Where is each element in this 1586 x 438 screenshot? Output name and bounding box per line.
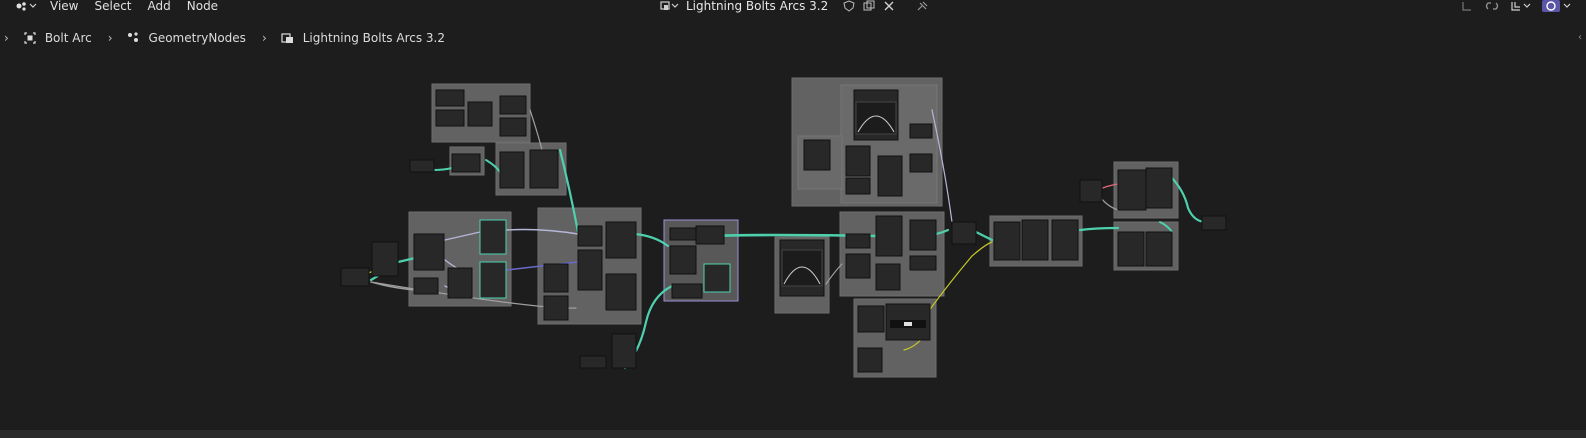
breadcrumb-object: Bolt Arc: [23, 31, 92, 45]
node[interactable]: [845, 145, 871, 177]
menu-add[interactable]: Add: [148, 0, 171, 12]
node[interactable]: [1145, 167, 1173, 209]
node[interactable]: [577, 249, 603, 291]
node[interactable]: [499, 151, 525, 189]
bottom-scrollbar[interactable]: [0, 430, 1586, 438]
node[interactable]: [669, 245, 697, 275]
node[interactable]: [909, 255, 937, 271]
node[interactable]: [577, 225, 603, 247]
node[interactable]: [695, 225, 725, 245]
node[interactable]: [1051, 219, 1079, 261]
node[interactable]: [467, 101, 493, 127]
node[interactable]: [611, 333, 637, 369]
node[interactable]: [875, 215, 903, 257]
node-canvas[interactable]: [0, 50, 1586, 430]
color-ramp-handle[interactable]: [904, 322, 912, 326]
node-tree-name[interactable]: Lightning Bolts Arcs 3.2: [686, 0, 828, 12]
node[interactable]: [951, 221, 977, 245]
duplicate-icon[interactable]: [862, 0, 876, 12]
node[interactable]: [543, 295, 569, 321]
node[interactable]: [479, 261, 507, 299]
node-editor-type-icon[interactable]: [14, 0, 38, 12]
header-right-tools: [1460, 0, 1574, 12]
header-menu: View Select Add Node: [50, 0, 218, 12]
node[interactable]: [909, 153, 933, 173]
breadcrumb-object-label: Bolt Arc: [44, 31, 92, 45]
node[interactable]: [435, 89, 465, 107]
node[interactable]: [857, 347, 883, 373]
node[interactable]: [1021, 219, 1049, 261]
node[interactable]: [909, 123, 933, 139]
node[interactable]: [909, 219, 937, 251]
node[interactable]: [499, 95, 527, 115]
breadcrumb-arrow-icon: ›: [107, 31, 113, 45]
node[interactable]: [671, 283, 703, 299]
node[interactable]: [435, 109, 465, 127]
node[interactable]: [845, 177, 871, 195]
node[interactable]: [371, 241, 399, 277]
node[interactable]: [803, 139, 831, 171]
breadcrumb: › Bolt Arc › GeometryNodes › Lightning B…: [0, 28, 461, 48]
node[interactable]: [479, 219, 507, 255]
breadcrumb-modifier-label: GeometryNodes: [148, 31, 246, 45]
node[interactable]: [451, 153, 481, 173]
sidebar-toggle-icon[interactable]: ‹: [1578, 32, 1582, 43]
node[interactable]: [875, 263, 901, 291]
node-tree-selector[interactable]: Lightning Bolts Arcs 3.2: [660, 0, 930, 12]
parent-node-tree-icon[interactable]: [1460, 0, 1474, 12]
node[interactable]: [993, 221, 1021, 261]
node-editor: View Select Add Node Lightning Bolts Arc…: [0, 0, 1586, 438]
editor-header: View Select Add Node Lightning Bolts Arc…: [0, 0, 1586, 14]
breadcrumb-arrow-icon: ›: [4, 31, 9, 45]
node[interactable]: [409, 159, 435, 173]
node[interactable]: [413, 277, 439, 295]
node[interactable]: [845, 233, 871, 249]
menu-view[interactable]: View: [50, 0, 78, 12]
link-icon[interactable]: [1484, 0, 1500, 12]
object-icon: [24, 32, 36, 44]
node[interactable]: [605, 273, 637, 311]
curve-graph[interactable]: [781, 249, 823, 287]
curve-graph[interactable]: [855, 101, 897, 135]
node[interactable]: [447, 267, 473, 299]
snap-icon[interactable]: [1510, 0, 1532, 12]
node[interactable]: [413, 233, 445, 271]
node[interactable]: [579, 355, 607, 369]
node[interactable]: [529, 149, 559, 189]
node[interactable]: [543, 263, 569, 293]
fake-user-shield-icon[interactable]: [842, 0, 856, 12]
overlay-icon[interactable]: [1542, 0, 1574, 12]
pin-icon[interactable]: [914, 0, 930, 12]
node[interactable]: [703, 263, 731, 293]
node[interactable]: [857, 305, 885, 333]
node[interactable]: [1201, 215, 1227, 231]
close-icon[interactable]: [882, 0, 896, 12]
node-tree-icon: [660, 1, 679, 10]
breadcrumb-modifier: GeometryNodes: [127, 31, 246, 45]
breadcrumb-node-tree-label: Lightning Bolts Arcs 3.2: [302, 31, 445, 45]
node[interactable]: [1117, 231, 1145, 267]
menu-node[interactable]: Node: [187, 0, 218, 12]
node[interactable]: [1145, 231, 1173, 267]
geometry-nodes-icon: [127, 32, 138, 42]
menu-select[interactable]: Select: [94, 0, 131, 12]
node[interactable]: [1117, 169, 1147, 211]
breadcrumb-arrow-icon: ›: [261, 31, 267, 45]
node[interactable]: [340, 267, 370, 287]
node-tree-icon: [281, 33, 293, 43]
node[interactable]: [499, 117, 527, 137]
node-graph[interactable]: [0, 50, 1586, 430]
node[interactable]: [605, 221, 637, 259]
node[interactable]: [845, 253, 871, 279]
node[interactable]: [1079, 179, 1103, 203]
node[interactable]: [877, 155, 903, 197]
breadcrumb-node-tree: Lightning Bolts Arcs 3.2: [281, 31, 445, 45]
